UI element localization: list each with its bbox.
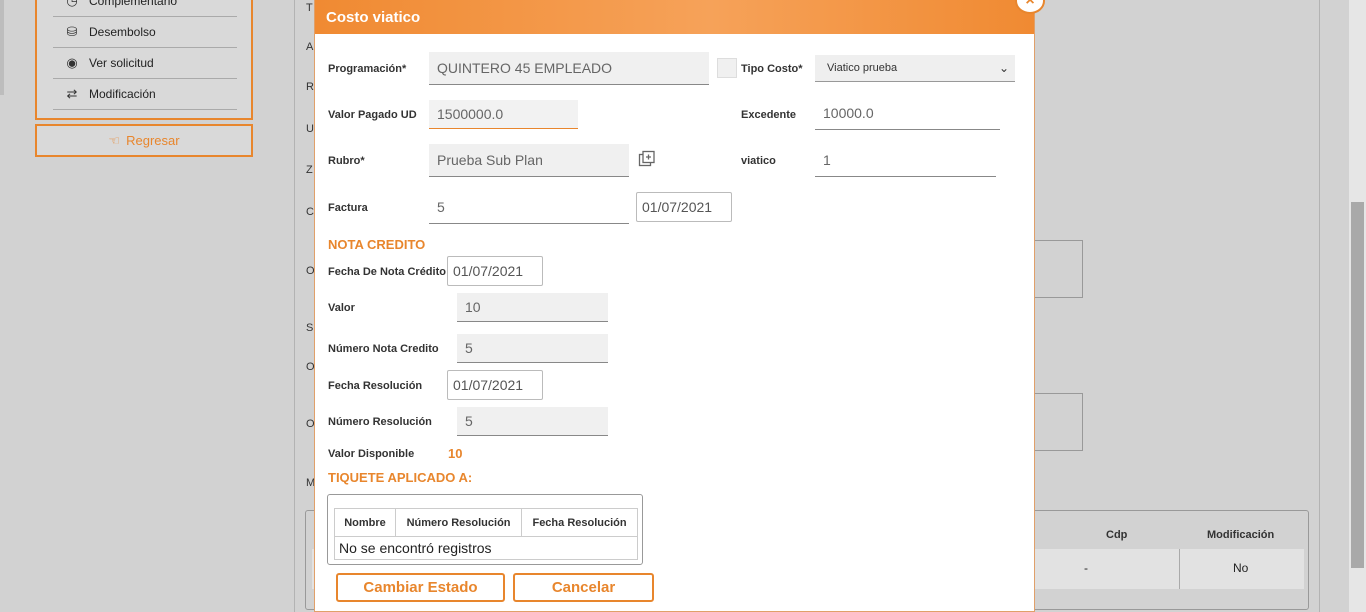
fecha-nota-label: Fecha De Nota Crédito <box>328 266 446 278</box>
coins-icon: ⛁ <box>66 24 78 39</box>
sidebar-item-label: Desembolso <box>89 25 156 39</box>
costo-viatico-modal: Costo viatico Programación* QUINTERO 45 … <box>314 0 1035 612</box>
valor-input[interactable]: 10 <box>457 293 608 322</box>
valor-pagado-input[interactable]: 1500000.0 <box>429 100 578 129</box>
th-nombre: Nombre <box>333 508 397 537</box>
nota-credito-title: NOTA CREDITO <box>328 237 426 252</box>
modal-title: Costo viatico <box>326 8 421 26</box>
sidebar-item-label: Complementario <box>89 0 178 8</box>
bg-th-modificacion: Modificación <box>1207 529 1275 541</box>
programacion-input[interactable]: QUINTERO 45 EMPLEADO <box>429 52 709 85</box>
bg-label: T <box>306 2 313 14</box>
factura-label: Factura <box>328 202 368 214</box>
add-window-icon[interactable] <box>638 150 656 168</box>
cancelar-button[interactable]: Cancelar <box>513 573 654 602</box>
numero-resolucion-label: Número Resolución <box>328 416 432 428</box>
numero-nota-input[interactable]: 5 <box>457 334 608 363</box>
tipo-costo-checkbox[interactable] <box>717 58 737 78</box>
sidebar-item-desembolso[interactable]: ⛁ Desembolso <box>53 17 237 48</box>
valor-disponible-value: 10 <box>448 446 463 461</box>
tiquete-table: Nombre Número Resolución Fecha Resolució… <box>327 494 643 565</box>
tipo-costo-label: Tipo Costo* <box>741 63 803 75</box>
back-button-label: Regresar <box>126 133 180 148</box>
rubro-label: Rubro* <box>328 155 365 167</box>
fecha-resolucion-input[interactable]: 01/07/2021 <box>447 370 543 400</box>
bg-label: Z <box>306 164 313 176</box>
bg-label: C <box>306 206 314 218</box>
excedente-input[interactable]: 10000.0 <box>815 97 1000 130</box>
bg-label: U <box>306 123 314 135</box>
page-scrollbar-thumb[interactable] <box>1351 202 1364 568</box>
bg-label: R <box>306 81 314 93</box>
fecha-nota-input[interactable]: 01/07/2021 <box>447 256 543 286</box>
modal-header: Costo viatico <box>315 0 1034 34</box>
clock-icon: ◷ <box>66 0 78 8</box>
left-edge <box>0 0 4 95</box>
bg-textarea <box>1030 393 1083 451</box>
bg-th-cdp: Cdp <box>1106 529 1128 541</box>
sidebar-item-label: Ver solicitud <box>89 56 154 70</box>
empty-row: No se encontró registros <box>334 536 638 560</box>
factura-date-input[interactable]: 01/07/2021 <box>636 192 732 222</box>
viatico-label: viatico <box>741 155 776 167</box>
valor-disponible-label: Valor Disponible <box>328 448 415 460</box>
swap-arrows-icon: ⇄ <box>66 86 78 101</box>
bg-label: S <box>306 322 314 334</box>
valor-pagado-label: Valor Pagado UD <box>328 109 417 121</box>
numero-resolucion-input[interactable]: 5 <box>457 407 608 436</box>
tiquete-title: TIQUETE APLICADO A: <box>328 470 473 485</box>
rubro-input[interactable]: Prueba Sub Plan <box>429 144 629 177</box>
cambiar-estado-button[interactable]: Cambiar Estado <box>336 573 505 602</box>
tipo-costo-value: Viatico prueba <box>827 62 898 74</box>
fecha-resolucion-label: Fecha Resolución <box>328 380 423 392</box>
back-button[interactable]: ☜ Regresar <box>35 124 253 157</box>
hand-pointing-icon: ☜ <box>108 132 121 148</box>
viatico-input[interactable]: 1 <box>815 144 996 177</box>
th-numero-resolucion: Número Resolución <box>395 508 523 537</box>
numero-nota-label: Número Nota Credito <box>328 343 439 355</box>
sidebar-item-ver-solicitud[interactable]: ◉ Ver solicitud <box>53 48 237 79</box>
valor-label: Valor <box>328 302 355 314</box>
eye-icon: ◉ <box>66 55 78 70</box>
programacion-label: Programación* <box>328 63 407 75</box>
bg-td-cdp: - <box>1084 561 1088 575</box>
bg-td-modificacion: No <box>1233 561 1249 575</box>
tipo-costo-select[interactable]: Viatico prueba ⌄ <box>815 55 1015 82</box>
bg-textarea <box>1030 240 1083 298</box>
close-icon: × <box>1025 0 1035 9</box>
side-menu: ◷ Complementario ⛁ Desembolso ◉ Ver soli… <box>35 0 253 120</box>
sidebar-item-modificacion[interactable]: ⇄ Modificación <box>53 79 237 110</box>
chevron-down-icon: ⌄ <box>998 61 1009 75</box>
factura-input[interactable]: 5 <box>429 191 629 224</box>
bg-label: A <box>306 41 314 53</box>
sidebar-item-complementario[interactable]: ◷ Complementario <box>53 0 237 17</box>
excedente-label: Excedente <box>741 109 797 121</box>
th-fecha-resolucion: Fecha Resolución <box>521 508 638 537</box>
sidebar-item-label: Modificación <box>89 87 156 101</box>
